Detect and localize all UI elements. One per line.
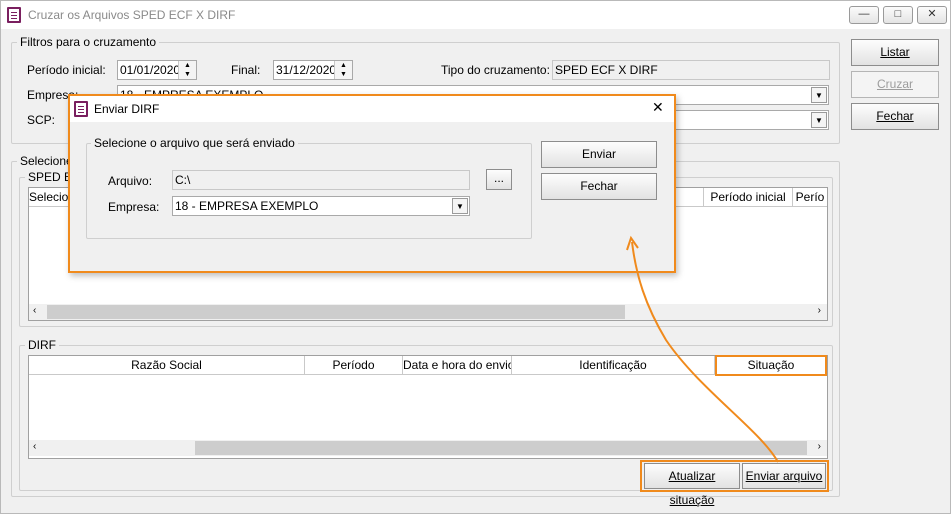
callout-arrow-line	[631, 241, 779, 463]
callout-arrow	[626, 235, 779, 463]
